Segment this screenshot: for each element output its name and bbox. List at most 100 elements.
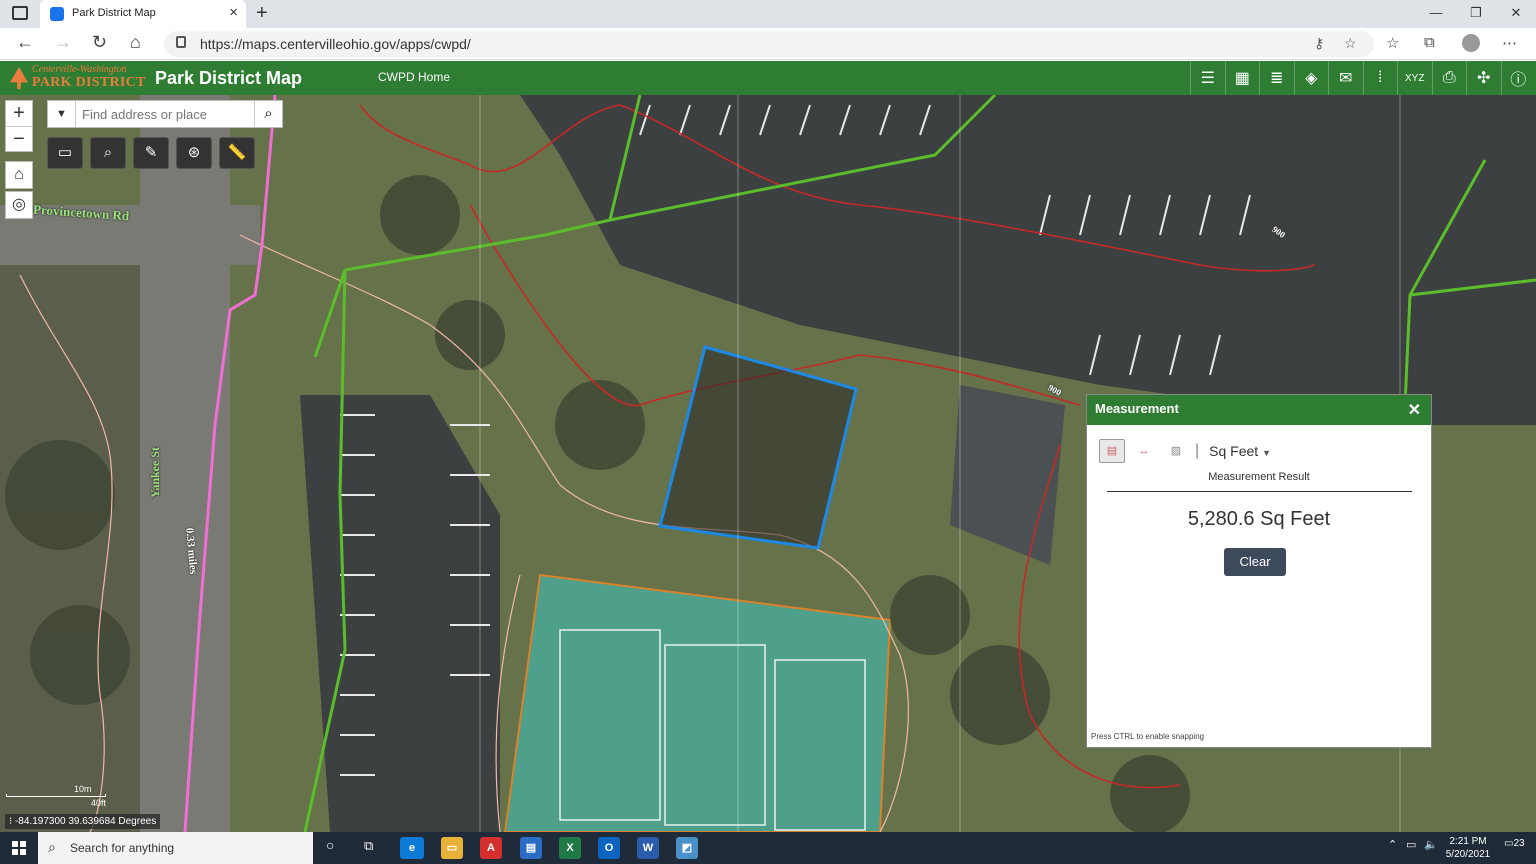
unit-label: Sq Feet	[1209, 443, 1259, 459]
profile-avatar[interactable]	[1462, 34, 1480, 52]
taskbar-search-text: Search for anything	[70, 841, 175, 855]
chevron-up-icon[interactable]: ⌃	[1388, 838, 1397, 851]
acrobat-icon[interactable]: A	[480, 837, 502, 859]
address-search: ▼ ⌕	[47, 100, 283, 128]
cwpd-home-link[interactable]: CWPD Home	[378, 70, 450, 84]
close-icon[interactable]: ✕	[1408, 400, 1421, 420]
ruler-icon[interactable]: 📏	[219, 137, 255, 169]
home-extent-button[interactable]: ⌂	[5, 161, 33, 189]
zoom-control: + −	[5, 100, 33, 152]
scale-bar: 10m 40ft	[6, 784, 106, 810]
tab-title: Park District Map	[72, 7, 156, 19]
favorites-icon[interactable]: ☆	[1386, 34, 1399, 52]
taskbar-search[interactable]: ⌕ Search for anything	[38, 832, 313, 864]
scale-imperial: 40ft	[91, 798, 107, 808]
forward-button[interactable]: →	[54, 32, 72, 53]
filter-icon[interactable]: ⊛	[176, 137, 212, 169]
locate-button[interactable]: ◎	[5, 191, 33, 219]
park-district-logo: Centerville-Washington PARK DISTRICT	[8, 64, 146, 92]
snap-hint: Press CTRL to enable snapping	[1091, 732, 1205, 741]
document-app-icon[interactable]: ▤	[520, 837, 542, 859]
layers-icon[interactable]: ◈	[1293, 61, 1329, 95]
volume-icon[interactable]: 🔈	[1424, 838, 1438, 851]
tab-close-icon[interactable]: ×	[229, 4, 238, 21]
word-icon[interactable]: W	[637, 837, 659, 859]
address-bar: ← → ↻ ⌂ https://maps.centervilleohio.gov…	[0, 28, 1536, 60]
clear-button[interactable]: Clear	[1224, 548, 1286, 576]
print-icon[interactable]: ⎙	[1431, 61, 1467, 95]
maximize-button[interactable]: ❐	[1456, 0, 1496, 28]
search-source-dropdown[interactable]: ▼	[48, 101, 76, 127]
search-icon[interactable]: ⌕	[254, 101, 282, 127]
clock-date: 5/20/2021	[1445, 849, 1491, 860]
measurement-result-label: Measurement Result	[1208, 471, 1310, 483]
url-field[interactable]: https://maps.centervilleohio.gov/apps/cw…	[164, 31, 1374, 57]
outlook-icon[interactable]: O	[598, 837, 620, 859]
clock-time: 2:21 PM	[1449, 836, 1487, 847]
new-tab-button[interactable]: +	[256, 2, 268, 25]
file-explorer-icon[interactable]: ▭	[441, 837, 463, 859]
divider: |	[1195, 442, 1200, 459]
windows-taskbar: ⌕ Search for anything ○ ⧉ e ▭ A ▤ X O W …	[0, 832, 1536, 864]
map-tools: ▭ ⌕ ✎ ⊛ 📏	[47, 137, 255, 169]
tree-icon	[10, 67, 28, 89]
search-icon: ⌕	[48, 839, 56, 855]
coordinate-text: -84.197300 39.639684 Degrees	[14, 816, 157, 827]
search-input[interactable]	[80, 104, 250, 124]
close-window-button[interactable]: ✕	[1496, 0, 1536, 28]
home-button[interactable]: ⌂	[130, 32, 141, 53]
basemap-gallery-icon[interactable]: ▦	[1224, 61, 1260, 95]
search-tool-icon[interactable]: ⌕	[90, 137, 126, 169]
about-icon[interactable]: ⓘ	[1500, 61, 1536, 95]
measurement-tools: ▤ ↔ ▨ | Sq Feet ▼	[1099, 439, 1271, 463]
network-icon[interactable]: ▭	[1406, 838, 1416, 851]
coordinate-icon[interactable]: XYZ	[1397, 61, 1432, 95]
back-button[interactable]: ←	[16, 32, 34, 53]
key-icon[interactable]: ⚷	[1314, 35, 1324, 52]
lock-icon	[176, 36, 186, 48]
window-controls: — ❐ ✕	[1416, 0, 1536, 28]
chevron-down-icon: ▼	[1262, 448, 1271, 458]
directions-icon[interactable]: ✣	[1466, 61, 1501, 95]
tab-actions-icon[interactable]	[12, 6, 28, 20]
scale-line	[6, 794, 106, 797]
browser-tab[interactable]: Park District Map ×	[40, 0, 246, 28]
distance-tool-icon[interactable]: ↔	[1131, 439, 1157, 463]
more-menu-icon[interactable]: ⋯	[1502, 34, 1517, 52]
favicon-icon	[50, 7, 64, 21]
measurement-title: Measurement	[1095, 401, 1179, 416]
minimize-button[interactable]: —	[1416, 0, 1456, 28]
favorite-star-icon[interactable]: ☆	[1344, 35, 1357, 52]
coordinate-readout: ⁝ -84.197300 39.639684 Degrees	[5, 814, 161, 829]
divider-line	[1107, 491, 1412, 492]
start-icon[interactable]	[12, 841, 26, 855]
cortana-icon[interactable]: ○	[326, 837, 334, 853]
notification-icon[interactable]: ▭23	[1504, 838, 1525, 849]
task-view-icon[interactable]: ⧉	[364, 838, 373, 854]
collections-icon[interactable]: ⧉	[1424, 34, 1435, 51]
refresh-button[interactable]: ↻	[92, 32, 107, 53]
browser-tab-bar: Park District Map × + — ❐ ✕	[0, 0, 1536, 28]
query-icon[interactable]: ⁞	[1362, 61, 1398, 95]
unit-select[interactable]: Sq Feet ▼	[1209, 443, 1271, 459]
clock[interactable]: 2:21 PM 5/20/2021	[1440, 835, 1496, 861]
location-tool-icon[interactable]: ▨	[1163, 439, 1189, 463]
measurement-header: Measurement ✕	[1087, 395, 1431, 425]
area-tool-icon[interactable]: ▤	[1099, 439, 1125, 463]
zoom-out-button[interactable]: −	[6, 127, 32, 153]
logo-line2: PARK DISTRICT	[32, 75, 146, 90]
measurement-value: 5,280.6 Sq Feet	[1187, 508, 1331, 530]
app-header: Centerville-Washington PARK DISTRICT Par…	[0, 61, 1536, 95]
edge-icon[interactable]: e	[400, 837, 424, 859]
excel-icon[interactable]: X	[559, 837, 581, 859]
map-app-icon[interactable]: ◩	[676, 837, 698, 859]
draw-icon[interactable]: ✎	[133, 137, 169, 169]
comment-icon[interactable]: ▭	[47, 137, 83, 169]
legend-icon[interactable]: ☰	[1190, 61, 1225, 95]
logo-line1: Centerville-Washington	[32, 64, 127, 75]
share-icon[interactable]: ✉	[1328, 61, 1363, 95]
zoom-in-button[interactable]: +	[6, 101, 32, 127]
app-title: Park District Map	[155, 68, 303, 88]
road-label-yankee: Yankee St	[148, 446, 163, 499]
layer-list-icon[interactable]: ≣	[1259, 61, 1294, 95]
